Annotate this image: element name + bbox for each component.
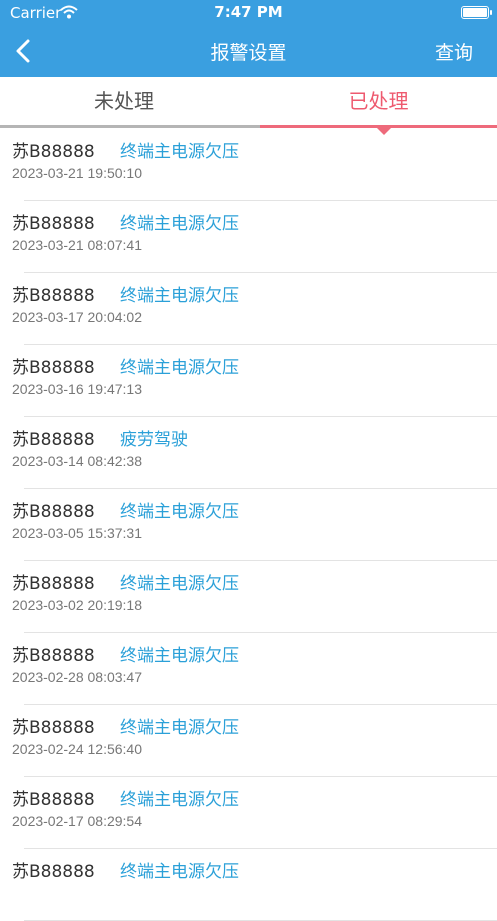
- plate-number: 苏B88888: [12, 862, 95, 882]
- alarm-list: 苏B88888 终端主电源欠压 2023-03-21 19:50:10 苏B88888…: [0, 129, 497, 921]
- list-item[interactable]: 苏B88888 终端主电源欠压 2023-03-16 19:47:13: [0, 345, 497, 417]
- battery-icon: [461, 6, 492, 19]
- clock: 7:47 PM: [214, 3, 283, 21]
- plate-number: 苏B88888: [12, 646, 95, 666]
- alarm-type: 终端主电源欠压: [120, 142, 239, 162]
- list-item[interactable]: 苏B88888 终端主电源欠压 2023-03-21 08:07:41: [0, 201, 497, 273]
- alarm-time: 2023-02-17 08:29:54: [12, 813, 142, 829]
- alarm-time: 2023-02-24 12:56:40: [12, 741, 142, 757]
- plate-number: 苏B88888: [12, 286, 95, 306]
- plate-number: 苏B88888: [12, 574, 95, 594]
- alarm-type: 终端主电源欠压: [120, 286, 239, 306]
- alarm-time: 2023-03-05 15:37:31: [12, 525, 142, 541]
- plate-number: 苏B88888: [12, 214, 95, 234]
- alarm-type: 终端主电源欠压: [120, 862, 239, 882]
- status-bar: Carrier 7:47 PM: [0, 0, 497, 26]
- alarm-type: 终端主电源欠压: [120, 574, 239, 594]
- page-title: 报警设置: [210, 42, 287, 64]
- alarm-time: 2023-03-02 20:19:18: [12, 597, 142, 613]
- alarm-type: 终端主电源欠压: [120, 718, 239, 738]
- plate-number: 苏B88888: [12, 718, 95, 738]
- list-item[interactable]: 苏B88888 终端主电源欠压 2023-03-21 19:50:10: [0, 129, 497, 201]
- list-item[interactable]: 苏B88888 终端主电源欠压 2023-02-24 12:56:40: [0, 705, 497, 777]
- plate-number: 苏B88888: [12, 358, 95, 378]
- alarm-time: 2023-03-16 19:47:13: [12, 381, 142, 397]
- list-item[interactable]: 苏B88888 终端主电源欠压: [0, 849, 497, 921]
- plate-number: 苏B88888: [12, 142, 95, 162]
- list-item[interactable]: 苏B88888 终端主电源欠压 2023-03-05 15:37:31: [0, 489, 497, 561]
- plate-number: 苏B88888: [12, 790, 95, 810]
- alarm-type: 终端主电源欠压: [120, 646, 239, 666]
- alarm-time: 2023-02-28 08:03:47: [12, 669, 142, 685]
- plate-number: 苏B88888: [12, 430, 95, 450]
- query-button[interactable]: 查询: [435, 38, 473, 65]
- alarm-time: 2023-03-14 08:42:38: [12, 453, 142, 469]
- alarm-type: 终端主电源欠压: [120, 358, 239, 378]
- alarm-type: 终端主电源欠压: [120, 214, 239, 234]
- alarm-type: 终端主电源欠压: [120, 790, 239, 810]
- alarm-type: 疲劳驾驶: [120, 430, 188, 450]
- alarm-type: 终端主电源欠压: [120, 502, 239, 522]
- alarm-time: 2023-03-21 08:07:41: [12, 237, 142, 253]
- list-item[interactable]: 苏B88888 终端主电源欠压 2023-03-02 20:19:18: [0, 561, 497, 633]
- alarm-time: 2023-03-21 19:50:10: [12, 165, 142, 181]
- list-item[interactable]: 苏B88888 终端主电源欠压 2023-02-28 08:03:47: [0, 633, 497, 705]
- list-item[interactable]: 苏B88888 终端主电源欠压 2023-02-17 08:29:54: [0, 777, 497, 849]
- list-item[interactable]: 苏B88888 终端主电源欠压 2023-03-17 20:04:02: [0, 273, 497, 345]
- plate-number: 苏B88888: [12, 502, 95, 522]
- tab-bar: 未处理 已处理: [0, 77, 497, 135]
- list-item[interactable]: 苏B88888 疲劳驾驶 2023-03-14 08:42:38: [0, 417, 497, 489]
- tab-unprocessed[interactable]: 未处理: [0, 77, 248, 129]
- tab-underline: [0, 125, 260, 128]
- tab-processed[interactable]: 已处理: [260, 77, 497, 129]
- nav-bar: 报警设置 查询: [0, 26, 497, 77]
- alarm-time: 2023-03-17 20:04:02: [12, 309, 142, 325]
